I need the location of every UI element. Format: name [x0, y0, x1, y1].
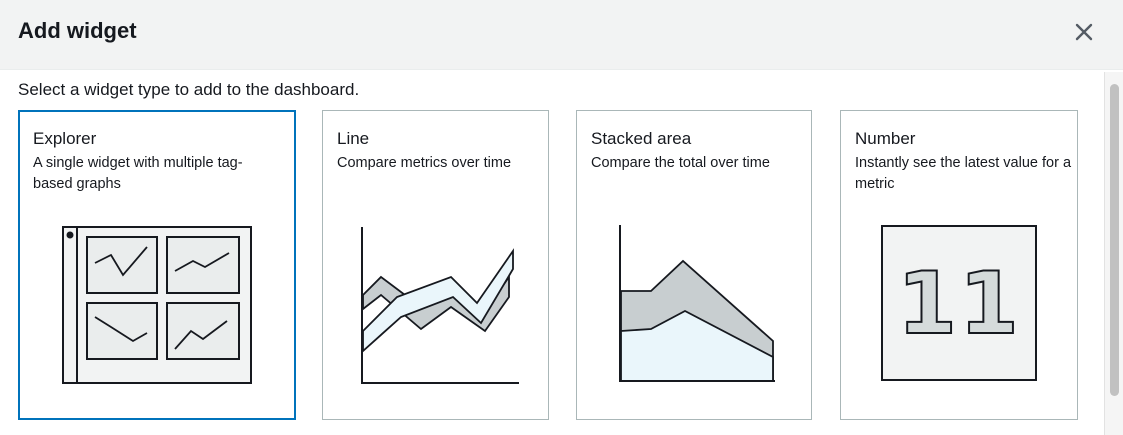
- widget-title: Number: [855, 129, 916, 148]
- widget-card-stacked-area[interactable]: Stacked area Compare the total over time: [576, 110, 812, 420]
- widget-card-explorer[interactable]: Explorer A single widget with multiple t…: [18, 110, 296, 420]
- widget-title: Line: [337, 129, 370, 148]
- widget-description: A single widget with multiple tag-based …: [33, 155, 243, 192]
- widget-description: Compare metrics over time: [337, 155, 512, 171]
- widget-description: Instantly see the latest value for a met…: [855, 155, 1072, 192]
- intro-text: Select a widget type to add to the dashb…: [18, 80, 360, 99]
- widget-card-line[interactable]: Line Compare metrics over time: [322, 110, 549, 420]
- widget-card-number[interactable]: Number Instantly see the latest value fo…: [840, 110, 1078, 420]
- scrollbar-thumb[interactable]: [1110, 84, 1119, 396]
- scrollbar[interactable]: [1104, 72, 1123, 435]
- explorer-grid-icon: [62, 226, 252, 384]
- stacked-area-chart-icon: [619, 225, 775, 382]
- modal-header: Add widget: [0, 0, 1123, 70]
- number-icon: 11: [881, 225, 1037, 381]
- modal-title: Add widget: [18, 18, 137, 43]
- number-preview-value: 11: [897, 254, 1021, 354]
- widget-description: Compare the total over time: [591, 155, 770, 171]
- close-button[interactable]: [1068, 16, 1100, 48]
- widget-title: Stacked area: [591, 129, 692, 148]
- close-icon: [1075, 23, 1093, 41]
- widget-title: Explorer: [33, 129, 97, 148]
- line-chart-icon: [361, 227, 519, 384]
